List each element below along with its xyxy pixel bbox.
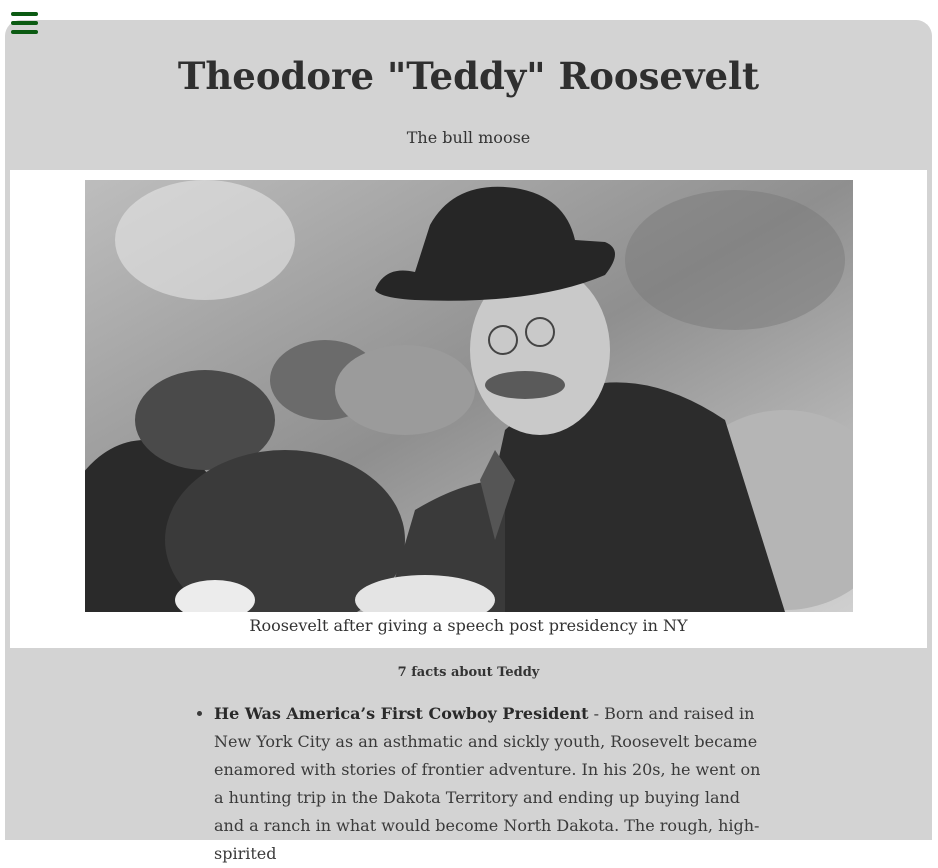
list-item: He Was America’s First Cowboy President … <box>214 700 774 868</box>
menu-bar <box>11 12 38 16</box>
fact-title: He Was America’s First Cowboy President <box>214 704 589 723</box>
menu-bar <box>11 30 38 34</box>
fact-text: - Born and raised in New York City as an… <box>214 704 761 863</box>
facts-heading: 7 facts about Teddy <box>397 665 540 680</box>
hamburger-menu-icon[interactable] <box>11 12 38 34</box>
page-subtitle: The bull moose <box>406 128 531 147</box>
roosevelt-photo <box>85 180 853 612</box>
main-content: Theodore "Teddy" Roosevelt The bull moos… <box>5 20 932 863</box>
facts-list: He Was America’s First Cowboy President … <box>196 700 774 868</box>
menu-bar <box>11 21 38 25</box>
photo-caption: Roosevelt after giving a speech post pre… <box>249 616 688 635</box>
page-title: Theodore "Teddy" Roosevelt <box>177 54 760 98</box>
figure: Roosevelt after giving a speech post pre… <box>10 170 927 648</box>
